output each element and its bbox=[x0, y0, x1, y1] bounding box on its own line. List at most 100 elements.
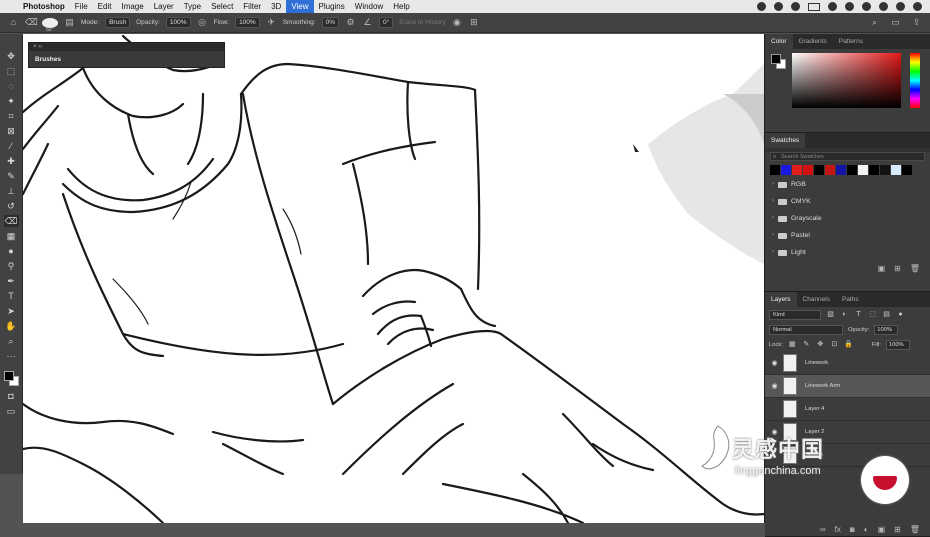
kind-filter-select[interactable]: Kind bbox=[769, 309, 821, 320]
share-icon[interactable]: ⇪ bbox=[911, 17, 922, 28]
menu-plugins[interactable]: Plugins bbox=[314, 0, 350, 13]
lock-all-icon[interactable]: 🔒 bbox=[844, 340, 853, 349]
swatch-color[interactable] bbox=[858, 165, 868, 175]
dropbox-icon[interactable] bbox=[791, 2, 800, 11]
new-group-icon[interactable]: ▣ bbox=[878, 525, 886, 534]
tab-color[interactable]: Color bbox=[765, 34, 793, 49]
menu-type[interactable]: Type bbox=[179, 0, 206, 13]
layer-name[interactable]: Linework bbox=[805, 360, 828, 366]
erase-to-history-checkbox[interactable]: Erase to History bbox=[399, 19, 445, 26]
eyedropper-tool-icon[interactable]: ⁄ bbox=[4, 140, 19, 152]
swatch-group-cmyk[interactable]: › CMYK bbox=[765, 193, 930, 210]
notification-center-icon[interactable] bbox=[913, 2, 922, 11]
layer-name[interactable]: Layer 4 bbox=[805, 406, 824, 412]
symmetry-icon[interactable]: ⊞ bbox=[468, 17, 479, 28]
pixel-filter-icon[interactable]: ▧ bbox=[826, 310, 835, 319]
lock-transparent-icon[interactable]: ▦ bbox=[788, 340, 797, 349]
swatches-search-input[interactable]: Search Swatches bbox=[770, 152, 925, 161]
menu-file[interactable]: File bbox=[70, 0, 93, 13]
layer-style-icon[interactable]: fx bbox=[835, 525, 841, 534]
adjustment-layer-icon[interactable]: ◐ bbox=[864, 525, 869, 534]
quick-mask-icon[interactable]: ◘ bbox=[4, 390, 19, 402]
swatch-group-rgb[interactable]: › RGB bbox=[765, 176, 930, 193]
mode-select[interactable]: Brush bbox=[105, 17, 131, 28]
menu-3d[interactable]: 3D bbox=[266, 0, 286, 13]
menu-help[interactable]: Help bbox=[388, 0, 414, 13]
workspace-icon[interactable]: ▭ bbox=[890, 17, 901, 28]
swatch-color[interactable] bbox=[847, 165, 857, 175]
swatch-color[interactable] bbox=[869, 165, 879, 175]
dodge-tool-icon[interactable]: ⚲ bbox=[4, 260, 19, 272]
blur-tool-icon[interactable]: ● bbox=[4, 245, 19, 257]
swatch-group-grayscale[interactable]: › Grayscale bbox=[765, 210, 930, 227]
swatch-color[interactable] bbox=[814, 165, 824, 175]
healing-brush-tool-icon[interactable]: ✚ bbox=[4, 155, 19, 167]
smoothing-input[interactable]: 0% bbox=[321, 17, 339, 28]
marquee-tool-icon[interactable]: ⬚ bbox=[4, 65, 19, 77]
eraser-tool-icon[interactable]: ⌫ bbox=[3, 215, 19, 227]
link-layers-icon[interactable]: ∞ bbox=[820, 525, 826, 534]
tab-patterns[interactable]: Patterns bbox=[833, 34, 869, 49]
foreground-background-colors[interactable] bbox=[2, 369, 20, 387]
new-group-icon[interactable]: ▣ bbox=[878, 264, 886, 273]
layer-opacity-input[interactable]: 100% bbox=[874, 324, 899, 335]
brush-preset-picker[interactable]: 50 bbox=[42, 17, 58, 33]
tab-swatches[interactable]: Swatches bbox=[765, 133, 806, 148]
menu-edit[interactable]: Edit bbox=[93, 0, 117, 13]
layer-row[interactable]: ◉ Linework Arm bbox=[765, 375, 930, 398]
type-filter-icon[interactable]: T bbox=[854, 310, 863, 319]
move-tool-icon[interactable]: ✥ bbox=[4, 50, 19, 62]
brush-tool-icon[interactable]: ✎ bbox=[4, 170, 19, 182]
wifi-icon[interactable] bbox=[828, 2, 837, 11]
visibility-eye-icon[interactable]: ◉ bbox=[770, 359, 779, 367]
foreground-color-swatch[interactable] bbox=[771, 54, 781, 64]
creative-cloud-icon[interactable] bbox=[757, 2, 766, 11]
brushes-panel[interactable]: × ›› Brushes bbox=[28, 42, 225, 68]
smoothing-gear-icon[interactable]: ⚙ bbox=[345, 17, 356, 28]
menu-filter[interactable]: Filter bbox=[238, 0, 266, 13]
swatch-color[interactable] bbox=[880, 165, 890, 175]
flow-input[interactable]: 100% bbox=[235, 17, 260, 28]
swatch-color[interactable] bbox=[770, 165, 780, 175]
control-center-icon[interactable] bbox=[845, 2, 854, 11]
eraser-tool-icon[interactable]: ⌫ bbox=[25, 17, 38, 28]
zoom-tool-icon[interactable]: ⌕ bbox=[4, 335, 19, 347]
add-mask-icon[interactable]: ◙ bbox=[850, 525, 855, 534]
magic-wand-tool-icon[interactable]: ✦ bbox=[4, 95, 19, 107]
lock-artboard-icon[interactable]: ⊡ bbox=[830, 340, 839, 349]
opacity-input[interactable]: 100% bbox=[165, 17, 191, 28]
new-swatch-icon[interactable]: ⊞ bbox=[894, 264, 901, 273]
tab-paths[interactable]: Paths bbox=[836, 292, 865, 307]
panel-grip[interactable]: × ›› bbox=[29, 43, 224, 51]
history-brush-tool-icon[interactable]: ↺ bbox=[4, 200, 19, 212]
swatch-color[interactable] bbox=[792, 165, 802, 175]
path-selection-tool-icon[interactable]: ➤ bbox=[4, 305, 19, 317]
layer-row[interactable]: Layer 4 bbox=[765, 398, 930, 421]
menu-select[interactable]: Select bbox=[206, 0, 238, 13]
menu-window[interactable]: Window bbox=[350, 0, 388, 13]
clone-stamp-tool-icon[interactable]: ⊥ bbox=[4, 185, 19, 197]
swatch-color[interactable] bbox=[902, 165, 912, 175]
foreground-color-swatch[interactable] bbox=[4, 371, 14, 381]
screen-mode-icon[interactable]: ▭ bbox=[4, 405, 19, 417]
filter-toggle-icon[interactable]: ● bbox=[896, 310, 905, 319]
visibility-eye-icon[interactable]: ◉ bbox=[770, 382, 779, 390]
lock-pixels-icon[interactable]: ✎ bbox=[802, 340, 811, 349]
pressure-size-icon[interactable]: ◉ bbox=[451, 17, 462, 28]
more-tools-icon[interactable]: ··· bbox=[4, 350, 19, 362]
spotlight-icon[interactable] bbox=[879, 2, 888, 11]
pressure-opacity-icon[interactable]: ◎ bbox=[197, 17, 208, 28]
crop-tool-icon[interactable]: ⌗ bbox=[4, 110, 19, 122]
swatch-group-pastel[interactable]: › Pastel bbox=[765, 227, 930, 244]
siri-icon[interactable] bbox=[896, 2, 905, 11]
menu-photoshop[interactable]: Photoshop bbox=[18, 0, 70, 13]
color-picker-field[interactable] bbox=[792, 53, 901, 108]
menu-view[interactable]: View bbox=[286, 0, 314, 13]
brush-settings-icon[interactable]: ▤ bbox=[64, 17, 75, 28]
tab-gradients[interactable]: Gradients bbox=[793, 34, 833, 49]
battery-icon[interactable] bbox=[808, 2, 820, 11]
swatch-group-light[interactable]: › Light bbox=[765, 244, 930, 261]
gradient-tool-icon[interactable]: ▦ bbox=[4, 230, 19, 242]
shape-filter-icon[interactable]: ⬚ bbox=[868, 310, 877, 319]
angle-input[interactable]: 0° bbox=[378, 17, 394, 28]
